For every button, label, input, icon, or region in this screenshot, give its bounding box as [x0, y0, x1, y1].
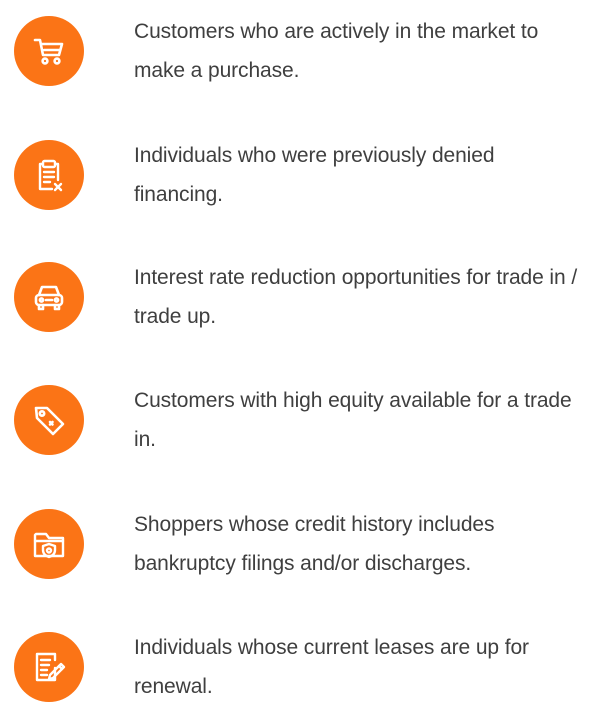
item-description: Individuals whose current leases are up … [134, 636, 529, 698]
list-item: Customers who are actively in the market… [0, 2, 598, 102]
price-tag-icon [14, 385, 84, 455]
list-item: Interest rate reduction opportunities fo… [0, 248, 598, 348]
shopping-cart-icon [14, 16, 84, 86]
folder-shield-icon [14, 509, 84, 579]
benefit-list: Customers who are actively in the market… [0, 0, 598, 702]
list-item: Customers with high equity available for… [0, 371, 598, 471]
item-description: Shoppers whose credit history includes b… [134, 513, 495, 575]
item-description: Customers with high equity available for… [134, 389, 572, 451]
item-description: Customers who are actively in the market… [134, 20, 539, 82]
item-description: Interest rate reduction opportunities fo… [134, 266, 578, 328]
item-description: Individuals who were previously denied f… [134, 144, 495, 206]
list-item: Individuals who were previously denied f… [0, 126, 598, 226]
list-item: Individuals whose current leases are up … [0, 618, 598, 718]
car-icon [14, 262, 84, 332]
list-item: Shoppers whose credit history includes b… [0, 495, 598, 595]
clipboard-denied-icon [14, 140, 84, 210]
document-signature-icon [14, 632, 84, 702]
